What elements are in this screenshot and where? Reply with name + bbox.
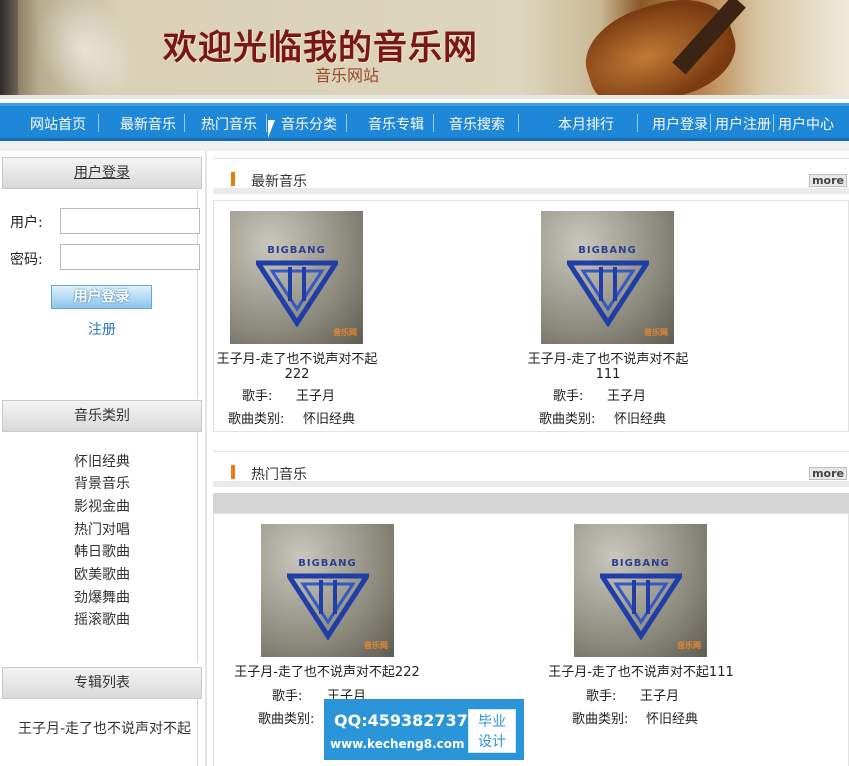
nav-separator bbox=[710, 114, 711, 132]
username-input[interactable] bbox=[60, 208, 200, 234]
hot-more-link[interactable]: more bbox=[809, 467, 847, 480]
category-item[interactable]: 影视金曲 bbox=[0, 496, 204, 516]
category-label: 歌曲类别: bbox=[572, 712, 629, 727]
nav-hot-music[interactable]: 热门音乐 bbox=[201, 114, 257, 134]
watermark-tag: 毕业 设计 bbox=[468, 709, 516, 753]
nav-separator bbox=[346, 114, 347, 132]
latest-more-link[interactable]: more bbox=[809, 174, 847, 187]
login-panel-title: 用户登录 bbox=[74, 165, 130, 181]
song-title-link[interactable]: 王子月-走了也不说声对不起111 bbox=[527, 348, 689, 382]
nav-separator bbox=[637, 114, 638, 132]
album-cover-image[interactable]: BIGBANG 音乐网 bbox=[230, 211, 363, 344]
nav-separator bbox=[433, 114, 434, 132]
nav-separator bbox=[773, 114, 774, 132]
category-item[interactable]: 背景音乐 bbox=[0, 473, 204, 493]
nav-shadow bbox=[0, 141, 849, 151]
category-item[interactable]: 摇滚歌曲 bbox=[0, 609, 204, 629]
category-label: 歌曲类别: bbox=[539, 412, 596, 427]
nav-separator bbox=[266, 114, 267, 132]
nav-separator bbox=[518, 114, 519, 132]
watermark-tag-line2: 设计 bbox=[478, 734, 506, 750]
cover-logo: 音乐网 bbox=[333, 328, 357, 337]
username-label: 用户: bbox=[10, 215, 43, 231]
watermark-overlay: QQ:459382737 www.kecheng8.com 毕业 设计 bbox=[324, 699, 524, 760]
category-panel-title: 音乐类别 bbox=[74, 408, 130, 424]
cover-logo: 音乐网 bbox=[364, 641, 388, 650]
register-link[interactable]: 注册 bbox=[0, 319, 204, 339]
singer-label: 歌手: bbox=[272, 689, 303, 704]
password-label: 密码: bbox=[10, 252, 43, 268]
nav-music-album[interactable]: 音乐专辑 bbox=[368, 114, 424, 134]
password-input[interactable] bbox=[60, 244, 200, 270]
column-divider bbox=[205, 151, 207, 766]
category-item[interactable]: 韩日歌曲 bbox=[0, 541, 204, 561]
watermark-tag-line1: 毕业 bbox=[478, 714, 506, 730]
banner-curtain bbox=[0, 0, 18, 95]
cover-logo: 音乐网 bbox=[677, 641, 701, 650]
category-panel-header: 音乐类别 bbox=[2, 400, 202, 432]
hot-music-header: 热门音乐 more bbox=[213, 451, 849, 487]
category-value: 怀旧经典 bbox=[614, 412, 667, 427]
band-logo-icon bbox=[600, 573, 682, 640]
latest-music-header: 最新音乐 more bbox=[213, 158, 849, 194]
singer-value: 王子月 bbox=[296, 389, 336, 404]
album-panel-title: 专辑列表 bbox=[74, 675, 130, 691]
watermark-qq: QQ:459382737 bbox=[334, 711, 468, 730]
hot-music-title: 热门音乐 bbox=[251, 467, 307, 483]
singer-label: 歌手: bbox=[586, 689, 617, 704]
album-cover-image[interactable]: BIGBANG 音乐网 bbox=[261, 524, 394, 657]
category-item[interactable]: 怀旧经典 bbox=[0, 451, 204, 471]
nav-latest-music[interactable]: 最新音乐 bbox=[120, 114, 176, 134]
song-title-link[interactable]: 王子月-走了也不说声对不起222 bbox=[216, 348, 378, 382]
mouse-cursor-icon bbox=[268, 120, 275, 138]
section-accent-bar bbox=[231, 465, 235, 479]
nav-music-category[interactable]: 音乐分类 bbox=[281, 114, 337, 134]
cover-band-name: BIGBANG bbox=[298, 558, 357, 569]
album-item[interactable]: 王子月-走了也不说声对不起 bbox=[18, 718, 191, 738]
nav-home[interactable]: 网站首页 bbox=[30, 114, 86, 134]
cover-logo: 音乐网 bbox=[644, 328, 668, 337]
singer-label: 歌手: bbox=[242, 389, 273, 404]
category-item[interactable]: 欧美歌曲 bbox=[0, 564, 204, 584]
hot-music-subbar bbox=[213, 493, 849, 513]
login-button[interactable]: 用户登录 bbox=[51, 285, 152, 309]
album-cover-image[interactable]: BIGBANG 音乐网 bbox=[574, 524, 707, 657]
cover-band-name: BIGBANG bbox=[578, 245, 637, 256]
category-value: 怀旧经典 bbox=[303, 412, 356, 427]
category-item[interactable]: 热门对唱 bbox=[0, 519, 204, 539]
latest-music-title: 最新音乐 bbox=[251, 174, 307, 190]
singer-value: 王子月 bbox=[640, 689, 680, 704]
banner-feather-image bbox=[16, 0, 154, 95]
site-banner: 欢迎光临我的音乐网 音乐网站 bbox=[0, 0, 849, 99]
main-nav: 网站首页 最新音乐 热门音乐 音乐分类 音乐专辑 音乐搜索 本月排行 用户登录 … bbox=[0, 103, 849, 141]
nav-user-register[interactable]: 用户注册 bbox=[715, 114, 771, 134]
watermark-url: www.kecheng8.com bbox=[330, 737, 465, 751]
cover-band-name: BIGBANG bbox=[267, 245, 326, 256]
band-logo-icon bbox=[256, 260, 338, 327]
band-logo-icon bbox=[567, 260, 649, 327]
song-title-link[interactable]: 王子月-走了也不说声对不起222 bbox=[226, 661, 428, 680]
category-label: 歌曲类别: bbox=[228, 412, 285, 427]
nav-user-login[interactable]: 用户登录 bbox=[652, 114, 708, 134]
nav-user-center[interactable]: 用户中心 bbox=[778, 114, 834, 134]
category-value: 怀旧经典 bbox=[646, 712, 699, 727]
album-panel-header: 专辑列表 bbox=[2, 667, 202, 699]
album-cover-image[interactable]: BIGBANG 音乐网 bbox=[541, 211, 674, 344]
nav-separator bbox=[184, 114, 185, 132]
band-logo-icon bbox=[287, 573, 369, 640]
song-title-link[interactable]: 王子月-走了也不说声对不起111 bbox=[540, 661, 742, 680]
login-panel-header: 用户登录 bbox=[2, 157, 202, 189]
singer-value: 王子月 bbox=[607, 389, 647, 404]
section-accent-bar bbox=[231, 172, 235, 186]
singer-label: 歌手: bbox=[553, 389, 584, 404]
nav-separator bbox=[98, 114, 99, 132]
category-item[interactable]: 劲爆舞曲 bbox=[0, 587, 204, 607]
cover-band-name: BIGBANG bbox=[611, 558, 670, 569]
site-subtitle: 音乐网站 bbox=[315, 66, 380, 85]
nav-monthly-ranking[interactable]: 本月排行 bbox=[558, 114, 614, 134]
category-label: 歌曲类别: bbox=[258, 712, 315, 727]
nav-music-search[interactable]: 音乐搜索 bbox=[449, 114, 505, 134]
